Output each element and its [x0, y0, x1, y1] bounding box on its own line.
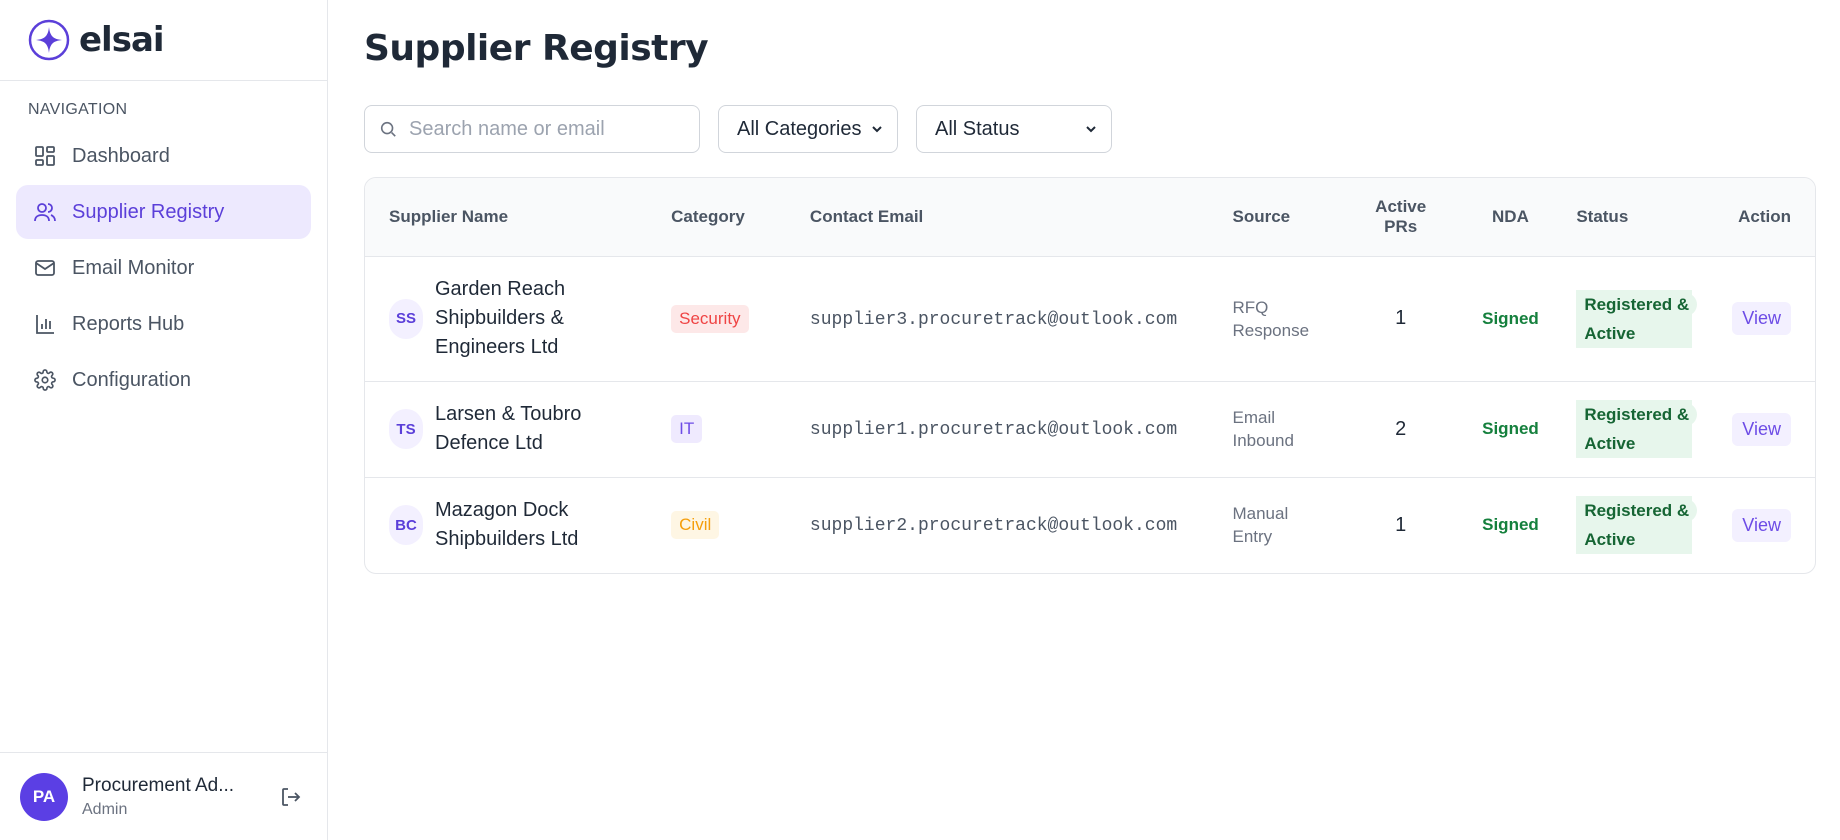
contact-email: supplier2.procuretrack@outlook.com	[809, 516, 1178, 537]
filter-bar: All Categories All Status	[364, 105, 1824, 153]
mail-icon	[35, 260, 55, 276]
sidebar-item-label: Supplier Registry	[72, 200, 225, 223]
source: Manual Entry	[1232, 504, 1289, 547]
nda-status: Signed	[1482, 419, 1539, 438]
source: RFQ Response	[1232, 297, 1310, 340]
sidebar: elsai NAVIGATION Dashboard Supplier Regi…	[0, 0, 328, 840]
view-button[interactable]: View	[1732, 508, 1791, 542]
avatar: PA	[20, 772, 68, 821]
gear-icon	[34, 369, 56, 391]
supplier-table: Supplier Name Category Contact Email Sou…	[364, 177, 1816, 574]
sidebar-item-supplier-registry[interactable]: Supplier Registry	[16, 185, 311, 239]
view-button[interactable]: View	[1732, 412, 1791, 446]
col-header-status[interactable]: Status	[1564, 178, 1718, 257]
dashboard-icon	[35, 146, 55, 166]
table-row[interactable]: TS Larsen & Toubro Defence Ltd IT suppli…	[365, 381, 1815, 478]
source: Email Inbound	[1232, 408, 1294, 450]
col-header-active-prs-line2: PRs	[1384, 216, 1418, 236]
status-select-value: All Status	[935, 117, 1020, 140]
category-badge: IT	[671, 415, 703, 443]
active-prs: 1	[1395, 307, 1407, 329]
status-select[interactable]: All Status	[916, 105, 1112, 153]
status-text: Registered & Active	[1576, 292, 1698, 345]
supplier-initials: BC	[389, 505, 423, 546]
bar-chart-icon	[36, 315, 54, 334]
main-content: Supplier Registry All Categories All Sta…	[328, 0, 1840, 840]
user-profile: PA Procurement Ad... Admin	[0, 752, 327, 840]
nda-status: Signed	[1482, 515, 1539, 535]
sidebar-item-email-monitor[interactable]: Email Monitor	[16, 241, 311, 295]
search-icon	[380, 121, 396, 137]
chevron-down-icon	[872, 126, 882, 133]
contact-email: supplier3.procuretrack@outlook.com	[809, 309, 1178, 330]
active-prs: 2	[1395, 417, 1407, 440]
sidebar-item-label: Reports Hub	[72, 312, 185, 335]
sidebar-nav: Dashboard Supplier Registry Email Monito…	[0, 129, 327, 407]
col-header-source[interactable]: Source	[1220, 178, 1345, 257]
col-header-category[interactable]: Category	[659, 178, 798, 257]
brand: elsai	[0, 0, 327, 81]
sidebar-item-label: Dashboard	[72, 144, 170, 167]
table-row[interactable]: SS Garden Reach Shipbuilders & Engineers…	[365, 256, 1815, 382]
active-prs: 1	[1395, 513, 1407, 536]
col-header-active-prs[interactable]: Active PRs	[1344, 178, 1457, 257]
logout-icon	[282, 787, 301, 806]
supplier-initials: SS	[389, 298, 423, 339]
category-select[interactable]: All Categories	[718, 105, 898, 153]
sidebar-item-reports-hub[interactable]: Reports Hub	[16, 297, 311, 351]
category-select-value: All Categories	[737, 117, 862, 140]
table-row[interactable]: BC Mazagon Dock Shipbuilders Ltd Civil s…	[365, 477, 1815, 573]
supplier-name: Garden Reach Shipbuilders & Engineers Lt…	[435, 278, 566, 358]
nav-heading: NAVIGATION	[28, 101, 128, 118]
supplier-initials: TS	[389, 409, 423, 449]
status-text: Registered & Active	[1576, 403, 1698, 455]
status-badge: Registered & Active	[1576, 496, 1698, 555]
contact-email: supplier1.procuretrack@outlook.com	[809, 420, 1178, 440]
sidebar-item-label: Configuration	[72, 368, 191, 391]
brand-name: elsai	[79, 20, 165, 60]
category-badge: Security	[671, 304, 749, 333]
table-header-row: Supplier Name Category Contact Email Sou…	[365, 178, 1815, 257]
user-name: Procurement Ad...	[82, 774, 235, 796]
users-icon	[34, 203, 56, 222]
sidebar-item-label: Email Monitor	[72, 256, 195, 279]
elsai-logo-icon	[27, 18, 71, 62]
col-header-action: Action	[1717, 178, 1815, 257]
search-input[interactable]	[409, 117, 685, 141]
col-header-active-prs-line1: Active	[1375, 196, 1427, 216]
view-button[interactable]: View	[1732, 302, 1791, 335]
chevron-down-icon	[1086, 126, 1096, 133]
user-role: Admin	[82, 800, 128, 818]
col-header-email[interactable]: Contact Email	[797, 178, 1221, 257]
sidebar-item-dashboard[interactable]: Dashboard	[16, 129, 311, 183]
page-title: Supplier Registry	[364, 28, 709, 69]
supplier-name: Larsen & Toubro Defence Ltd	[435, 403, 582, 454]
nda-status: Signed	[1482, 308, 1539, 328]
col-header-name[interactable]: Supplier Name	[365, 178, 660, 257]
supplier-name: Mazagon Dock Shipbuilders Ltd	[435, 499, 579, 551]
status-text: Registered & Active	[1576, 499, 1698, 552]
logout-button[interactable]	[275, 781, 307, 813]
search-box	[364, 105, 700, 153]
status-badge: Registered & Active	[1576, 400, 1698, 458]
category-badge: Civil	[671, 511, 720, 540]
sidebar-item-configuration[interactable]: Configuration	[16, 353, 311, 407]
status-badge: Registered & Active	[1576, 289, 1698, 348]
col-header-nda[interactable]: NDA	[1456, 178, 1565, 257]
